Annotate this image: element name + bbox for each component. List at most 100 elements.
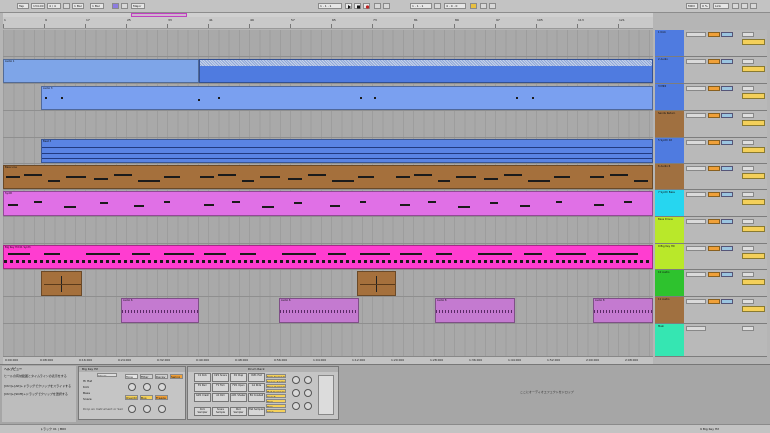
chain-volume-knob[interactable] [292, 402, 300, 410]
track-name[interactable]: Bass Drone [658, 218, 673, 221]
drum-pad[interactable]: G1 Ride [248, 383, 265, 392]
draw-icon[interactable] [121, 3, 128, 9]
track-name[interactable]: Main [658, 325, 664, 328]
input-select[interactable] [686, 32, 706, 37]
midi-clip[interactable]: Audio 3 [41, 86, 653, 110]
track-header[interactable]: 9 Big Key Hit [655, 244, 767, 270]
monitor-button[interactable] [742, 199, 765, 205]
monitor-button[interactable] [742, 147, 765, 153]
drum-pad[interactable]: Kick Sampler [194, 407, 211, 416]
chain-volume-knob[interactable] [292, 389, 300, 397]
chain-pan-knob[interactable] [304, 389, 312, 397]
key-scale-field[interactable]: Major [131, 3, 145, 9]
track-activator[interactable] [708, 166, 720, 171]
volume-field[interactable] [742, 192, 754, 197]
drum-pad[interactable]: Hat Sampler [248, 407, 265, 416]
chain-row[interactable]: Kick [83, 385, 89, 389]
track-lane[interactable] [3, 270, 653, 297]
stop-button[interactable] [354, 3, 361, 9]
track-header[interactable]: 1 Kick [655, 30, 767, 57]
volume-knob[interactable] [158, 405, 166, 413]
track-activator[interactable] [708, 140, 720, 145]
drum-rack-titlebar[interactable]: Drum Rack [188, 367, 338, 372]
track-header[interactable]: 6 Audio 6 [655, 164, 767, 190]
solo-button[interactable] [721, 246, 733, 251]
track-lane[interactable]: Beat 3 [3, 138, 653, 164]
volume-field[interactable] [742, 86, 754, 91]
tab-decay[interactable]: Decay [155, 374, 168, 379]
input-select[interactable] [686, 192, 706, 197]
track-header[interactable]: 10 Audio [655, 270, 767, 297]
volume-field[interactable] [742, 140, 754, 145]
position-field[interactable]: 1 . 1 . 1 [318, 3, 342, 9]
drum-pad[interactable]: C#1 Snare [212, 373, 229, 382]
overdub-icon[interactable] [374, 3, 381, 9]
tab-filter[interactable]: Filter [140, 374, 153, 379]
chain-item[interactable]: Hat Sampler [266, 389, 286, 393]
input-select[interactable] [686, 246, 706, 251]
track-lane[interactable]: Audio 3 [3, 84, 653, 111]
drum-pad[interactable]: C1 Kick [194, 373, 211, 382]
chain-row[interactable]: Hi Hat [83, 379, 92, 383]
input-select[interactable] [686, 166, 706, 171]
tab-tone[interactable]: Tone [125, 374, 138, 379]
monitor-button[interactable] [742, 39, 765, 45]
device-titlebar[interactable]: Big Key Hit [79, 367, 185, 372]
tap-button[interactable]: Tap [17, 3, 29, 9]
arrangement-view[interactable]: Audio 1 Audio 2 Audio 3 Beat 3 [3, 30, 653, 357]
monitor-button[interactable] [742, 279, 765, 285]
audio-clip[interactable]: Audio 6 [279, 298, 359, 323]
chain-pan-knob[interactable] [304, 376, 312, 384]
monitor-button[interactable] [742, 173, 765, 179]
audio-clip[interactable]: Audio 1 [3, 59, 199, 83]
track-header[interactable]: 5 Synth 02 [655, 138, 767, 164]
tempo-field[interactable]: 134.00 [31, 3, 45, 9]
decay-knob[interactable] [158, 383, 166, 391]
track-name[interactable]: 6 Audio 6 [658, 165, 670, 168]
input-select[interactable] [686, 326, 706, 331]
solo-button[interactable] [721, 59, 733, 64]
input-select[interactable] [686, 59, 706, 64]
solo-button[interactable] [721, 140, 733, 145]
drum-pad[interactable]: D#1 Hat [248, 373, 265, 382]
audio-clip[interactable]: Audio 6 [121, 298, 199, 323]
drum-pad[interactable]: A#1 Shaker [230, 393, 247, 402]
track-lane[interactable] [3, 324, 653, 357]
track-activator[interactable] [708, 113, 720, 118]
track-name[interactable]: 7 Synth Bass [658, 191, 675, 194]
track-name[interactable]: 1 Kick [658, 31, 666, 34]
track-lane[interactable]: Audio 6 Audio 6 Audio 8 Audio 8 [3, 297, 653, 324]
quantize-menu[interactable]: 1 Bar [90, 3, 104, 9]
loop-length-field[interactable]: 4 . 0 . 0 [444, 3, 466, 9]
input-select[interactable] [686, 219, 706, 224]
keyboard-icon[interactable] [732, 3, 739, 9]
chain-item[interactable]: Crash [266, 394, 286, 398]
chain-row[interactable]: Snare [83, 397, 92, 401]
chain-item[interactable]: Snare Sampler [266, 379, 286, 383]
beat-ruler[interactable]: 1 9 17 25 33 41 49 57 65 73 81 89 97 105… [3, 17, 653, 29]
monitor-button[interactable] [742, 93, 765, 99]
bus-button[interactable]: Bus [140, 395, 153, 400]
drum-pad[interactable]: Perc Sampler [230, 407, 247, 416]
metronome-icon[interactable] [63, 3, 70, 9]
tone-knob[interactable] [128, 383, 136, 391]
track-lane[interactable] [3, 30, 653, 57]
pan-knob[interactable] [128, 405, 136, 413]
chain-select[interactable]: Chain [97, 373, 117, 377]
volume-field[interactable] [742, 219, 754, 224]
monitor-button[interactable] [742, 66, 765, 72]
drum-pad[interactable]: Snare Sample [212, 407, 229, 416]
input-select[interactable] [686, 140, 706, 145]
gear-icon[interactable] [741, 3, 748, 9]
midi-clip[interactable]: Big Key Hit 01 Synth [3, 245, 653, 269]
monitor-button[interactable] [742, 120, 765, 126]
overdrive-button[interactable]: Overdrive [125, 395, 138, 400]
track-header[interactable]: Sends Return [655, 111, 767, 138]
track-name[interactable]: 2 Audio [658, 58, 668, 61]
track-lane[interactable]: Big Key Hit 01 Synth [3, 244, 653, 270]
cpu-icon[interactable] [750, 3, 757, 9]
chain-row[interactable]: Bass [83, 391, 90, 395]
track-name[interactable]: 11 Audio [658, 298, 670, 301]
volume-field[interactable] [742, 166, 754, 171]
track-lane[interactable] [3, 111, 653, 138]
